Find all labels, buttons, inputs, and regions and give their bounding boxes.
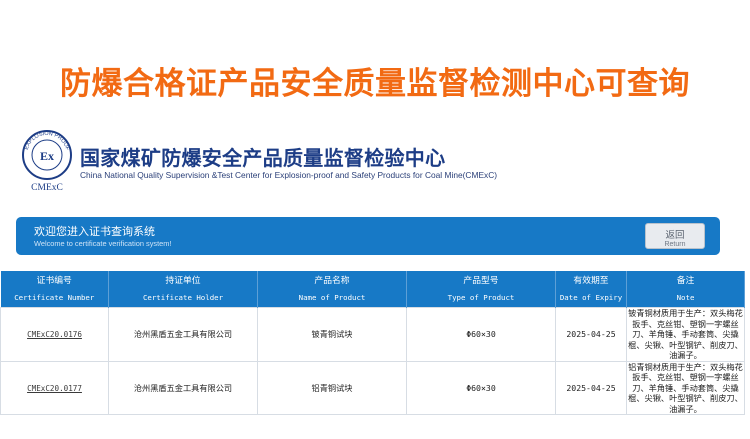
return-button-label: 返回 xyxy=(665,230,685,241)
cmexc-logo: EXPLOSION PROOF Ex CMExC xyxy=(18,128,76,194)
product-type-cell: Φ60×30 xyxy=(406,360,556,415)
cert-number-cell: CMExC20.0176 xyxy=(0,307,109,362)
table-row: CMExC20.0177 沧州黑盾五金工具有限公司 铝青铜试块 Φ60×30 2… xyxy=(0,360,745,415)
note-cell: 铍青铜材质用于生产：双头梅花扳手、克丝钳、塑钢一字螺丝刀、羊角锤、手动套筒、尖撬… xyxy=(626,307,745,362)
product-name-cell: 铍青铜试块 xyxy=(257,307,407,362)
cert-number-cell: CMExC20.0177 xyxy=(0,360,109,415)
holder-cell: 沧州黑盾五金工具有限公司 xyxy=(108,307,258,362)
column-header-cert-number: 证书编号 Certificate Number xyxy=(0,271,109,308)
logo-mark: Ex xyxy=(40,149,54,163)
column-header-holder: 持证单位 Certificate Holder xyxy=(108,271,258,308)
note-cell: 铝青铜材质用于生产：双头梅花扳手、克丝钳、塑钢一字螺丝刀、羊角锤、手动套筒、尖撬… xyxy=(626,360,745,415)
return-button-label-en: Return xyxy=(664,241,686,248)
holder-cell: 沧州黑盾五金工具有限公司 xyxy=(108,360,258,415)
column-header-expiry: 有效期至 Date of Expiry xyxy=(555,271,627,308)
column-header-product-type: 产品型号 Type of Product xyxy=(406,271,556,308)
organization-name-en: China National Quality Supervision &Test… xyxy=(80,170,498,180)
logo-caption: CMExC xyxy=(31,183,63,193)
page-headline: 防爆合格证产品安全质量监督检测中心可查询 xyxy=(60,66,690,102)
product-name-cell: 铝青铜试块 xyxy=(257,360,407,415)
organization-name: 国家煤矿防爆安全产品质量监督检验中心 xyxy=(80,146,446,170)
welcome-banner: 欢迎您进入证书查询系统 Welcome to certificate verif… xyxy=(16,217,720,255)
welcome-title: 欢迎您进入证书查询系统 xyxy=(34,225,155,238)
table-header-row: 证书编号 Certificate Number 持证单位 Certificate H… xyxy=(0,271,745,308)
return-button[interactable]: 返回 Return xyxy=(645,223,705,249)
welcome-subtitle: Welcome to certificate verification syst… xyxy=(34,239,172,248)
cert-number-link[interactable]: CMExC20.0176 xyxy=(27,330,82,339)
table-row: CMExC20.0176 沧州黑盾五金工具有限公司 铍青铜试块 Φ60×30 2… xyxy=(0,307,745,362)
expiry-cell: 2025-04-25 xyxy=(555,360,627,415)
column-header-product-name: 产品名称 Name of Product xyxy=(257,271,407,308)
certificate-table: 证书编号 Certificate Number 持证单位 Certificate H… xyxy=(0,271,745,415)
expiry-cell: 2025-04-25 xyxy=(555,307,627,362)
column-header-note: 备注 Note xyxy=(626,271,745,308)
product-type-cell: Φ60×30 xyxy=(406,307,556,362)
cert-number-link[interactable]: CMExC20.0177 xyxy=(27,384,82,393)
